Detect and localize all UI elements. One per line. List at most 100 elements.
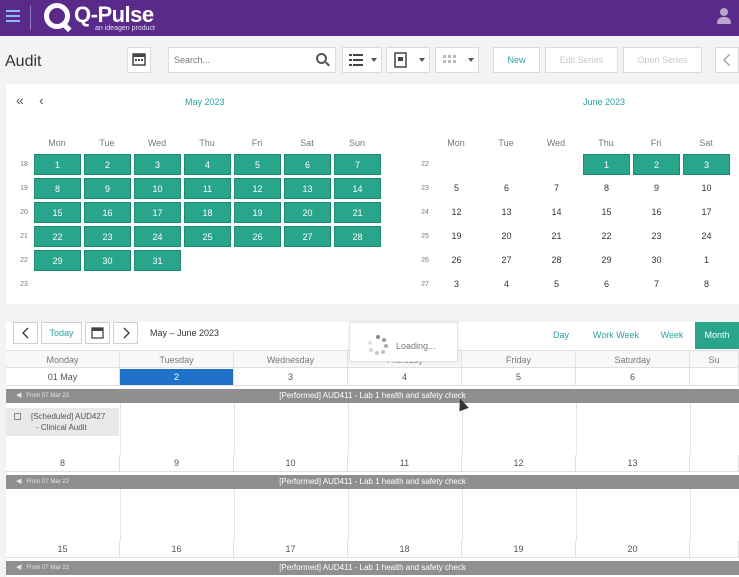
calendar-toggle-button[interactable] [127, 47, 151, 73]
new-button[interactable]: New [493, 47, 540, 73]
calendar-day[interactable]: 16 [633, 202, 680, 223]
month-day-cell[interactable]: 16 [120, 541, 234, 558]
prev-year-icon[interactable]: « [16, 92, 24, 108]
calendar-day[interactable]: 5 [533, 274, 580, 295]
calendar-day[interactable]: 28 [533, 250, 580, 271]
performed-audit-event[interactable]: [Performed] AUD411 - Lab 1 health and sa… [6, 561, 739, 575]
open-series-button[interactable]: Open Series [623, 47, 702, 73]
calendar-day[interactable]: 20 [284, 202, 331, 223]
calendar-day[interactable]: 19 [234, 202, 281, 223]
report-dropdown[interactable] [386, 47, 430, 73]
calendar-day[interactable]: 19 [433, 226, 480, 247]
month-day-cell[interactable]: 19 [462, 541, 576, 558]
calendar-day[interactable]: 1 [34, 154, 81, 175]
calendar-day[interactable]: 1 [683, 250, 730, 271]
calendar-day[interactable]: 29 [34, 250, 81, 271]
calendar-day[interactable]: 8 [683, 274, 730, 295]
calendar-day[interactable]: 3 [683, 154, 730, 175]
calendar-day[interactable]: 29 [583, 250, 630, 271]
calendar-day[interactable]: 27 [483, 250, 530, 271]
calendar-day[interactable]: 18 [184, 202, 231, 223]
next-period-button[interactable] [113, 322, 138, 344]
month-day-cell[interactable] [690, 455, 739, 472]
calendar-day[interactable]: 28 [334, 226, 381, 247]
search-input[interactable] [169, 48, 309, 72]
calendar-day[interactable]: 6 [483, 178, 530, 199]
month-day-cell[interactable] [690, 541, 739, 558]
calendar-day[interactable]: 11 [184, 178, 231, 199]
view-work-week[interactable]: Work Week [586, 322, 646, 349]
calendar-day[interactable]: 22 [583, 226, 630, 247]
view-day[interactable]: Day [546, 322, 576, 349]
calendar-day[interactable]: 15 [583, 202, 630, 223]
calendar-day[interactable]: 12 [433, 202, 480, 223]
calendar-day[interactable]: 20 [483, 226, 530, 247]
grid-view-dropdown[interactable] [435, 47, 479, 73]
calendar-day[interactable]: 9 [84, 178, 131, 199]
calendar-day[interactable]: 23 [84, 226, 131, 247]
calendar-day[interactable]: 21 [533, 226, 580, 247]
month-day-cell[interactable]: 12 [462, 455, 576, 472]
month-day-cell[interactable] [690, 369, 739, 386]
view-month[interactable]: Month [695, 322, 739, 349]
month-day-cell[interactable]: 13 [576, 455, 690, 472]
date-picker-button[interactable] [85, 322, 110, 344]
month-day-cell[interactable]: 10 [234, 455, 348, 472]
month-title-june[interactable]: June 2023 [583, 97, 625, 107]
month-day-cell[interactable]: 8 [6, 455, 120, 472]
calendar-day[interactable]: 13 [284, 178, 331, 199]
calendar-day[interactable]: 10 [134, 178, 181, 199]
calendar-day[interactable]: 2 [84, 154, 131, 175]
prev-month-icon[interactable]: ‹ [39, 92, 44, 108]
calendar-day[interactable]: 21 [334, 202, 381, 223]
calendar-day[interactable]: 10 [683, 178, 730, 199]
month-day-cell[interactable]: 3 [234, 369, 348, 386]
calendar-day[interactable]: 31 [134, 250, 181, 271]
calendar-day[interactable]: 15 [34, 202, 81, 223]
calendar-day[interactable]: 6 [284, 154, 331, 175]
calendar-day[interactable]: 7 [633, 274, 680, 295]
search-icon[interactable] [316, 53, 327, 64]
calendar-day[interactable]: 4 [483, 274, 530, 295]
prev-period-button[interactable] [13, 322, 38, 344]
view-week[interactable]: Week [653, 322, 691, 349]
calendar-day[interactable]: 25 [184, 226, 231, 247]
calendar-day[interactable]: 17 [134, 202, 181, 223]
calendar-day[interactable]: 8 [34, 178, 81, 199]
calendar-day[interactable]: 8 [583, 178, 630, 199]
month-day-cell[interactable]: 9 [120, 455, 234, 472]
calendar-day[interactable]: 3 [433, 274, 480, 295]
calendar-day[interactable]: 16 [84, 202, 131, 223]
calendar-day[interactable]: 3 [134, 154, 181, 175]
month-day-cell[interactable]: 2 [120, 369, 234, 386]
performed-audit-event[interactable]: [Performed] AUD411 - Lab 1 health and sa… [6, 475, 739, 489]
calendar-day[interactable]: 4 [184, 154, 231, 175]
calendar-day[interactable]: 7 [334, 154, 381, 175]
edit-series-button[interactable]: Edit Series [545, 47, 618, 73]
month-day-cell[interactable]: 17 [234, 541, 348, 558]
calendar-day[interactable]: 23 [633, 226, 680, 247]
calendar-day[interactable]: 2 [633, 154, 680, 175]
user-icon[interactable] [717, 8, 731, 26]
today-button[interactable]: Today [41, 322, 82, 344]
calendar-day[interactable]: 12 [234, 178, 281, 199]
calendar-day[interactable]: 9 [633, 178, 680, 199]
hamburger-menu-icon[interactable] [6, 10, 20, 24]
calendar-day[interactable]: 17 [683, 202, 730, 223]
search-box[interactable] [168, 47, 336, 73]
calendar-day[interactable]: 5 [234, 154, 281, 175]
calendar-day[interactable]: 14 [533, 202, 580, 223]
month-day-cell[interactable]: 11 [348, 455, 462, 472]
month-day-cell[interactable]: 20 [576, 541, 690, 558]
month-day-cell[interactable]: 18 [348, 541, 462, 558]
calendar-day[interactable]: 26 [234, 226, 281, 247]
collapse-panel-button[interactable] [715, 47, 739, 73]
month-day-cell[interactable]: 4 [348, 369, 462, 386]
month-title-may[interactable]: May 2023 [185, 97, 225, 107]
calendar-day[interactable]: 30 [84, 250, 131, 271]
month-day-cell[interactable]: 15 [6, 541, 120, 558]
month-day-cell[interactable]: 5 [462, 369, 576, 386]
month-day-cell[interactable]: 6 [576, 369, 690, 386]
calendar-day[interactable]: 5 [433, 178, 480, 199]
performed-audit-event[interactable]: [Performed] AUD411 - Lab 1 health and sa… [6, 389, 739, 403]
